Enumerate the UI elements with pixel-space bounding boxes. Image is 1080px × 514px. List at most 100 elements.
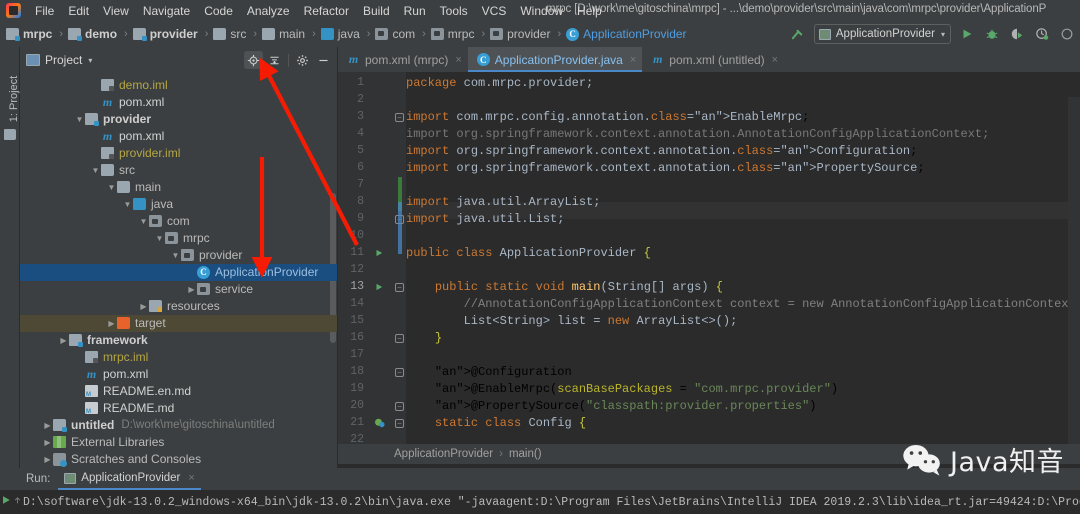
close-icon[interactable]: ×	[455, 54, 461, 66]
menu-refactor[interactable]: Refactor	[297, 2, 356, 20]
tree-item-external-libraries[interactable]: ▶ External Libraries	[20, 434, 337, 451]
tree-item-provider[interactable]: ▼ provider	[20, 111, 337, 128]
breadcrumb-item-class[interactable]: C ApplicationProvider	[566, 27, 688, 41]
locate-in-tree-icon[interactable]	[244, 51, 263, 69]
tree-item-mrpc[interactable]: ▼ mrpc	[20, 230, 337, 247]
code-fold-icon[interactable]: −	[395, 419, 404, 428]
run-icon[interactable]	[958, 25, 976, 43]
tree-item-provider-iml[interactable]: provider.iml	[20, 145, 337, 162]
tree-item-mrpc-iml[interactable]: mrpc.iml	[20, 349, 337, 366]
tree-item-demo-iml[interactable]: demo.iml	[20, 77, 337, 94]
tree-item-pom-xml[interactable]: m pom.xml	[20, 94, 337, 111]
breadcrumb-item-main[interactable]: main	[262, 27, 307, 41]
menu-help[interactable]: Help	[570, 2, 609, 20]
tree-item-applicationprovider[interactable]: C ApplicationProvider	[20, 264, 337, 281]
code-fold-icon[interactable]: −	[395, 368, 404, 377]
tab-application-provider-java[interactable]: C ApplicationProvider.java ×	[467, 47, 643, 72]
menu-build[interactable]: Build	[356, 2, 397, 20]
close-icon[interactable]: ×	[630, 54, 636, 66]
run-with-coverage-icon[interactable]	[1008, 25, 1026, 43]
chevron-down-icon[interactable]: ▾	[88, 56, 92, 65]
collapse-all-icon[interactable]	[265, 51, 284, 69]
menu-file[interactable]: File	[28, 2, 61, 20]
menu-code[interactable]: Code	[197, 2, 240, 20]
project-tree[interactable]: demo.iml m pom.xml ▼ provider m pom.xml provide…	[20, 73, 337, 468]
hammer-icon[interactable]	[789, 25, 807, 43]
run-console[interactable]: D:\software\jdk-13.0.2_windows-x64_bin\j…	[0, 490, 1080, 514]
hide-icon[interactable]	[314, 51, 333, 69]
code-fold-icon[interactable]: −	[395, 334, 404, 343]
breadcrumb-item-mrpc[interactable]: mrpc	[6, 27, 54, 41]
chevron-down-icon[interactable]: ▼	[106, 183, 117, 192]
menu-edit[interactable]: Edit	[61, 2, 96, 20]
chevron-down-icon[interactable]: ▼	[90, 166, 101, 175]
tree-item-provider[interactable]: ▼ provider	[20, 247, 337, 264]
close-icon[interactable]: ×	[188, 472, 194, 484]
tree-item-readme-md[interactable]: README.md	[20, 400, 337, 417]
chevron-right-icon[interactable]: ▶	[42, 438, 53, 447]
menu-vcs[interactable]: VCS	[475, 2, 514, 20]
breadcrumb-item-provider-pkg[interactable]: provider	[490, 27, 552, 41]
breadcrumb-item-java[interactable]: java	[320, 27, 362, 41]
breadcrumb-class[interactable]: ApplicationProvider	[394, 448, 493, 460]
rerun-icon[interactable]	[0, 493, 12, 511]
chevron-right-icon[interactable]: ▶	[106, 319, 117, 328]
tree-item-src[interactable]: ▼ src	[20, 162, 337, 179]
chevron-right-icon[interactable]: ▶	[42, 455, 53, 464]
menu-navigate[interactable]: Navigate	[136, 2, 197, 20]
chevron-right-icon[interactable]: ▶	[138, 302, 149, 311]
more-icon[interactable]	[1058, 25, 1076, 43]
tree-item-java[interactable]: ▼ java	[20, 196, 337, 213]
code-fold-icon[interactable]: −	[395, 402, 404, 411]
debug-icon[interactable]	[983, 25, 1001, 43]
breadcrumb-item-src[interactable]: src	[213, 27, 248, 41]
chevron-right-icon[interactable]: ▶	[42, 421, 53, 430]
tab-pom-xml-mrpc[interactable]: m pom.xml (mrpc) ×	[338, 47, 468, 72]
menu-window[interactable]: Window	[513, 2, 570, 20]
run-configuration-selector[interactable]: ApplicationProvider ▾	[813, 24, 951, 44]
tree-item-service[interactable]: ▶ service	[20, 281, 337, 298]
tree-item-target[interactable]: ▶ target	[20, 315, 337, 332]
code-fold-icon[interactable]: −	[395, 113, 404, 122]
tree-item-scratches-and-consoles[interactable]: ▶ Scratches and Consoles	[20, 451, 337, 468]
tab-pom-xml-untitled[interactable]: m pom.xml (untitled) ×	[642, 47, 784, 72]
breadcrumb-item-provider[interactable]: provider	[132, 27, 200, 41]
code-folding-column[interactable]: −−−−−−−	[394, 72, 406, 444]
tree-item-framework[interactable]: ▶ framework	[20, 332, 337, 349]
tree-item-pom-xml[interactable]: m pom.xml	[20, 128, 337, 145]
breadcrumb-item-com[interactable]: com	[375, 27, 417, 41]
code-fold-icon[interactable]: −	[395, 283, 404, 292]
tree-item-untitled[interactable]: ▶ untitled D:\work\me\gitoschina\untitled	[20, 417, 337, 434]
gutter-line-number: 22	[350, 433, 364, 444]
chevron-right-icon[interactable]: ▶	[58, 336, 69, 345]
chevron-down-icon[interactable]: ▼	[138, 217, 149, 226]
close-icon[interactable]: ×	[772, 54, 778, 66]
chevron-down-icon[interactable]: ▼	[170, 251, 181, 260]
profiler-icon[interactable]	[1033, 25, 1051, 43]
menu-run[interactable]: Run	[397, 2, 433, 20]
tree-item-resources[interactable]: ▶ resources	[20, 298, 337, 315]
menu-analyze[interactable]: Analyze	[240, 2, 297, 20]
tree-item-main[interactable]: ▼ main	[20, 179, 337, 196]
breadcrumb-item-mrpc-pkg[interactable]: mrpc	[430, 27, 477, 41]
marker-gutter[interactable]	[1068, 97, 1080, 444]
tree-item-readme-en-md[interactable]: README.en.md	[20, 383, 337, 400]
chevron-down-icon[interactable]: ▼	[74, 115, 85, 124]
up-icon[interactable]	[12, 493, 23, 511]
tree-item-pom-xml[interactable]: m pom.xml	[20, 366, 337, 383]
gear-icon[interactable]	[293, 51, 312, 69]
menu-view[interactable]: View	[96, 2, 136, 20]
chevron-down-icon[interactable]: ▼	[122, 200, 133, 209]
breadcrumb-method[interactable]: main()	[509, 448, 542, 460]
code-editor[interactable]: 1 2 3 4 5 6 7 8 9 10 11 12 13 14 15 16 17 18 19 20 21 22 − − − −…	[338, 72, 1080, 444]
menu-tools[interactable]: Tools	[433, 2, 475, 20]
breadcrumb-item-demo[interactable]: demo	[68, 27, 119, 41]
gutter-run-icon[interactable]	[374, 282, 384, 294]
run-tab-application-provider[interactable]: ApplicationProvider ×	[58, 468, 201, 490]
tree-item-com[interactable]: ▼ com	[20, 213, 337, 230]
gutter-spring-bean-icon[interactable]	[374, 417, 386, 431]
editor-gutter[interactable]: 1 2 3 4 5 6 7 8 9 10 11 12 13 14 15 16 17 18 19 20 21 22	[338, 72, 394, 444]
chevron-right-icon[interactable]: ▶	[186, 285, 197, 294]
chevron-down-icon[interactable]: ▼	[154, 234, 165, 243]
gutter-run-icon[interactable]	[374, 248, 384, 260]
